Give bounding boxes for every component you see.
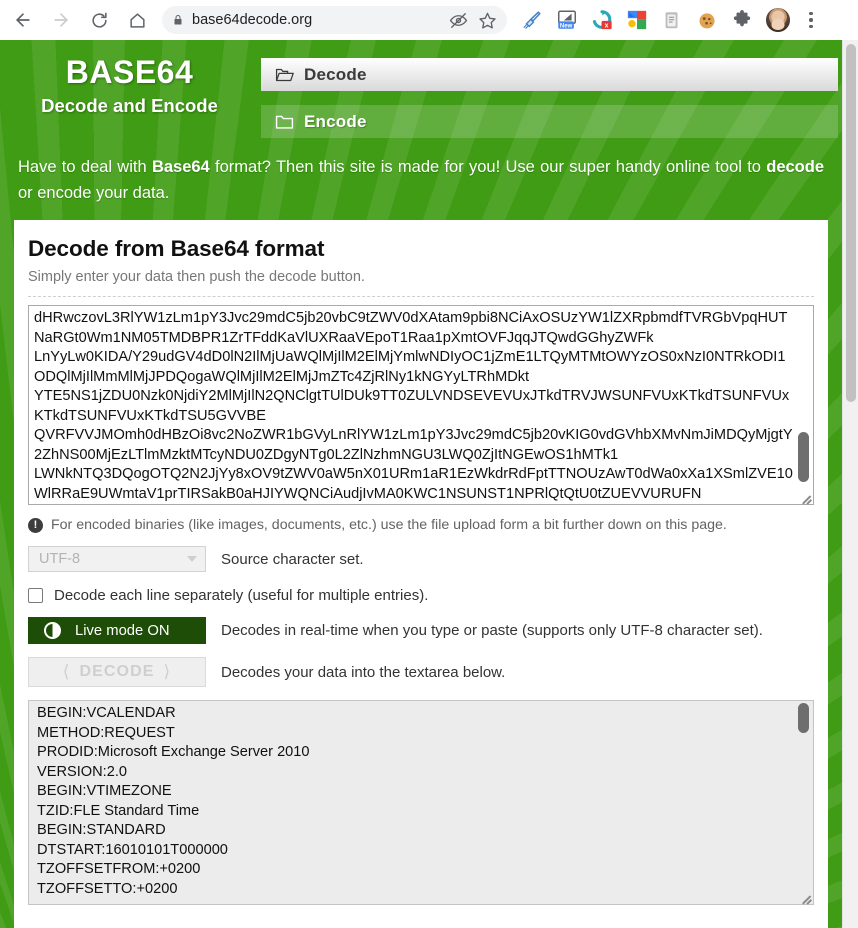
page-title: Decode from Base64 format — [28, 236, 325, 261]
decode-each-line-checkbox[interactable] — [28, 588, 43, 603]
output-area-wrap: BEGIN:VCALENDAR METHOD:REQUEST PRODID:Mi… — [28, 700, 814, 905]
decode-row: ⟨ DECODE ⟩ Decodes your data into the te… — [28, 657, 814, 687]
decode-lines-row: Decode each line separately (useful for … — [28, 587, 814, 604]
decode-each-line-label: Decode each line separately (useful for … — [54, 587, 429, 604]
page-scrollbar[interactable] — [842, 40, 858, 928]
star-icon[interactable] — [478, 11, 497, 30]
home-button[interactable] — [122, 5, 152, 35]
svg-text:x: x — [605, 23, 609, 30]
lock-icon — [172, 13, 184, 27]
decode-button[interactable]: ⟨ DECODE ⟩ — [28, 657, 206, 687]
tab-decode-label: Decode — [304, 64, 367, 84]
puzzle-extensions-icon[interactable] — [731, 9, 753, 31]
site-logo[interactable]: BASE64 Decode and Encode — [22, 54, 237, 117]
extensions-tray: New x — [521, 8, 790, 32]
output-scrollbar-thumb[interactable] — [798, 703, 809, 733]
cookie-icon[interactable] — [696, 9, 718, 31]
input-scrollbar[interactable] — [796, 306, 812, 504]
decoded-output[interactable]: BEGIN:VCALENDAR METHOD:REQUEST PRODID:Mi… — [28, 700, 814, 905]
divider — [28, 296, 814, 297]
live-mode-label: Live mode ON — [75, 622, 170, 639]
site-tagline: Have to deal with Base64 format? Then th… — [18, 158, 825, 202]
clipboard-icon[interactable] — [661, 9, 683, 31]
tab-decode[interactable]: Decode — [261, 58, 838, 91]
browser-toolbar: base64decode.org New x — [0, 0, 858, 40]
live-mode-row: Live mode ON Decodes in real-time when y… — [28, 617, 814, 644]
tab-encode[interactable]: Encode — [261, 105, 838, 138]
charset-label: Source character set. — [221, 550, 364, 568]
address-bar[interactable]: base64decode.org — [162, 6, 507, 34]
eye-slash-icon[interactable] — [449, 11, 468, 30]
input-area-wrap: dHRwczovL3RlYW1zLm1pY3Jvc29mdC5jb20vbC9t… — [28, 305, 814, 505]
decode-button-description: Decodes your data into the textarea belo… — [221, 663, 506, 681]
logo-title: BASE64 — [65, 54, 194, 90]
url-text: base64decode.org — [192, 12, 313, 28]
live-mode-description: Decodes in real-time when you type or pa… — [221, 622, 763, 639]
input-note: ! For encoded binaries (like images, doc… — [28, 517, 814, 533]
screenshot-new-icon[interactable]: New — [556, 9, 578, 31]
charset-row: UTF-8 Source character set. — [28, 546, 814, 572]
svg-text:New: New — [560, 23, 573, 29]
chevron-right-icon: ⟩ — [163, 662, 172, 681]
folder-open-icon — [275, 67, 294, 83]
toggle-knob-icon — [44, 622, 61, 639]
folder-closed-icon — [275, 114, 294, 130]
site-tabs: Decode Encode — [261, 58, 838, 138]
charset-select-value: UTF-8 — [39, 551, 81, 567]
charset-select[interactable]: UTF-8 — [28, 546, 206, 572]
page-viewport: BASE64 Decode and Encode Decode Encode H… — [0, 40, 858, 928]
forward-button[interactable] — [46, 5, 76, 35]
kebab-menu-icon[interactable] — [802, 11, 820, 29]
google-colors-icon[interactable] — [626, 9, 648, 31]
live-mode-toggle[interactable]: Live mode ON — [28, 617, 206, 644]
tab-encode-label: Encode — [304, 111, 367, 131]
decode-card: Decode from Base64 format Simply enter y… — [14, 220, 828, 928]
output-resize-grip[interactable] — [799, 890, 812, 903]
input-note-text: For encoded binaries (like images, docum… — [51, 517, 727, 533]
page-subtitle: Simply enter your data then push the dec… — [28, 269, 365, 285]
chevron-down-icon — [187, 556, 197, 562]
broom-cleaner-icon[interactable] — [521, 9, 543, 31]
input-resize-grip[interactable] — [799, 490, 812, 503]
decode-button-label: DECODE — [79, 663, 155, 680]
refresh-blocked-icon[interactable]: x — [591, 9, 613, 31]
reload-button[interactable] — [84, 5, 114, 35]
profile-avatar[interactable] — [766, 8, 790, 32]
chevron-left-icon: ⟨ — [62, 662, 71, 681]
info-icon: ! — [28, 517, 43, 533]
page-scrollbar-thumb[interactable] — [846, 44, 856, 402]
base64-input[interactable]: dHRwczovL3RlYW1zLm1pY3Jvc29mdC5jb20vbC9t… — [28, 305, 814, 505]
back-button[interactable] — [8, 5, 38, 35]
logo-subtitle: Decode and Encode — [41, 95, 218, 116]
output-scrollbar[interactable] — [796, 701, 812, 904]
input-scrollbar-thumb[interactable] — [798, 432, 809, 482]
